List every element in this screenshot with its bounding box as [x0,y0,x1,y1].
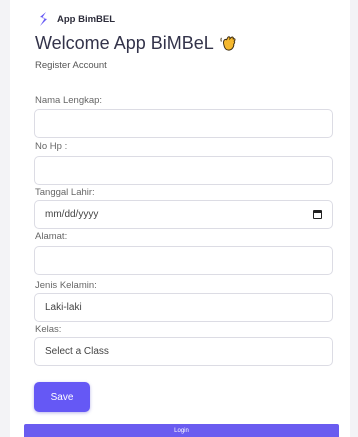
calendar-icon[interactable] [313,210,322,219]
select-jenis-kelamin[interactable]: Laki-laki [34,293,333,322]
label-no-hp: No Hp : [35,141,68,152]
input-nama-lengkap[interactable] [34,109,333,138]
register-card: App BimBEL Welcome App BiMBeL Register A… [18,0,344,437]
brand[interactable]: App BimBEL [35,10,115,28]
label-nama-lengkap: Nama Lengkap: [35,95,103,106]
date-placeholder: mm/dd/yyyy [45,209,99,220]
label-kelas: Kelas: [35,324,62,335]
brand-logo-icon [40,12,47,26]
input-no-hp[interactable] [34,156,333,185]
brand-name: App BimBEL [57,13,116,25]
page-right-edge [350,0,358,437]
page-title-text: Welcome App BiMBeL [35,33,214,53]
label-alamat: Alamat: [35,231,68,242]
waving-hand-icon [220,36,236,51]
select-kelas[interactable]: Select a Class [34,337,333,366]
page-title: Welcome App BiMBeL [35,33,238,54]
label-jenis-kelamin: Jenis Kelamin: [35,280,97,291]
page-left-edge [0,0,10,437]
page-subtitle: Register Account [35,60,107,71]
save-button[interactable]: Save [34,382,90,412]
input-tanggal-lahir[interactable]: mm/dd/yyyy [34,200,333,229]
label-tanggal-lahir: Tanggal Lahir: [35,187,95,198]
input-alamat[interactable] [34,246,333,275]
login-button[interactable]: Login [24,424,339,437]
